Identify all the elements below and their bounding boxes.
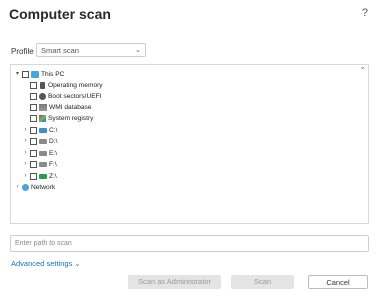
tree-item-label: Boot sectors/UEFI bbox=[48, 93, 102, 100]
tree-item[interactable]: WMI database bbox=[22, 102, 92, 113]
tree-item-label: F:\ bbox=[49, 161, 57, 168]
tree-item-label: D:\ bbox=[49, 138, 58, 145]
tree-item[interactable]: › Z:\ bbox=[22, 171, 57, 182]
checkbox[interactable] bbox=[30, 115, 37, 122]
tree-item[interactable]: ▾ This PC bbox=[14, 69, 64, 80]
tree-item[interactable]: › D:\ bbox=[22, 136, 57, 147]
profile-label: Profile bbox=[11, 47, 34, 56]
tree-item[interactable]: System registry bbox=[22, 113, 93, 124]
expand-icon[interactable]: › bbox=[22, 159, 29, 170]
advanced-settings-label: Advanced settings bbox=[11, 259, 73, 268]
expand-icon[interactable]: › bbox=[22, 171, 29, 182]
scan-button[interactable]: Scan bbox=[231, 275, 294, 289]
tree-item-label: Z:\ bbox=[49, 173, 57, 180]
checkbox[interactable] bbox=[30, 82, 37, 89]
scroll-indicator[interactable]: ⌄ bbox=[359, 62, 366, 71]
advanced-settings-link[interactable]: Advanced settings ⌄ bbox=[11, 259, 81, 268]
expand-icon[interactable]: › bbox=[22, 136, 29, 147]
path-input[interactable]: Enter path to scan bbox=[10, 235, 369, 252]
help-icon[interactable]: ? bbox=[362, 7, 368, 19]
tree-item[interactable]: › Network bbox=[14, 182, 55, 193]
tree-item-label: Network bbox=[31, 184, 56, 191]
checkbox[interactable] bbox=[30, 93, 37, 100]
cancel-button[interactable]: Cancel bbox=[308, 275, 368, 289]
window-title: Computer scan bbox=[9, 6, 111, 22]
checkbox[interactable] bbox=[30, 138, 37, 145]
tree-item[interactable]: Boot sectors/UEFI bbox=[22, 91, 102, 102]
chevron-down-icon: ⌄ bbox=[74, 259, 81, 268]
tree-item[interactable]: Operating memory bbox=[22, 80, 103, 91]
checkbox[interactable] bbox=[22, 71, 29, 78]
expand-icon[interactable]: › bbox=[22, 148, 29, 159]
mem-icon bbox=[40, 82, 45, 89]
drive-icon bbox=[39, 162, 47, 167]
scan-as-administrator-button[interactable]: Scan as Administrator bbox=[128, 275, 221, 289]
tree-item[interactable]: › E:\ bbox=[22, 148, 57, 159]
scan-targets-tree: ⌄ ▾ This PC Operating memory Boot sectors/U… bbox=[10, 62, 369, 224]
checkbox[interactable] bbox=[30, 104, 37, 111]
tree-item-label: E:\ bbox=[49, 150, 58, 157]
reg-icon bbox=[39, 115, 46, 122]
checkbox[interactable] bbox=[30, 150, 37, 157]
pc-icon bbox=[31, 71, 39, 78]
drive-icon bbox=[39, 151, 47, 156]
tree-item[interactable]: › C:\ bbox=[22, 125, 57, 136]
tree-item-label: System registry bbox=[48, 115, 94, 122]
wmi-icon bbox=[39, 104, 47, 111]
tree-item-label: Operating memory bbox=[48, 82, 103, 89]
drive-icon bbox=[39, 139, 47, 144]
drive-blue-icon bbox=[39, 128, 47, 133]
tree-item-label: C:\ bbox=[49, 127, 58, 134]
chevron-down-icon: ⌄ bbox=[135, 47, 141, 54]
tree-item-label: This PC bbox=[41, 71, 65, 78]
expand-icon[interactable]: › bbox=[14, 182, 21, 193]
drive-green-icon bbox=[39, 174, 47, 179]
net-icon bbox=[22, 184, 29, 191]
tree-item-label: WMI database bbox=[49, 104, 92, 111]
boot-icon bbox=[39, 93, 46, 100]
path-placeholder: Enter path to scan bbox=[15, 240, 72, 247]
checkbox[interactable] bbox=[30, 127, 37, 134]
tree-item[interactable]: › F:\ bbox=[22, 159, 57, 170]
checkbox[interactable] bbox=[30, 161, 37, 168]
profile-select[interactable]: Smart scan ⌄ bbox=[36, 43, 146, 57]
expand-icon[interactable]: › bbox=[22, 125, 29, 136]
profile-value: Smart scan bbox=[41, 46, 79, 55]
expand-icon[interactable]: ▾ bbox=[14, 69, 21, 80]
checkbox[interactable] bbox=[30, 173, 37, 180]
